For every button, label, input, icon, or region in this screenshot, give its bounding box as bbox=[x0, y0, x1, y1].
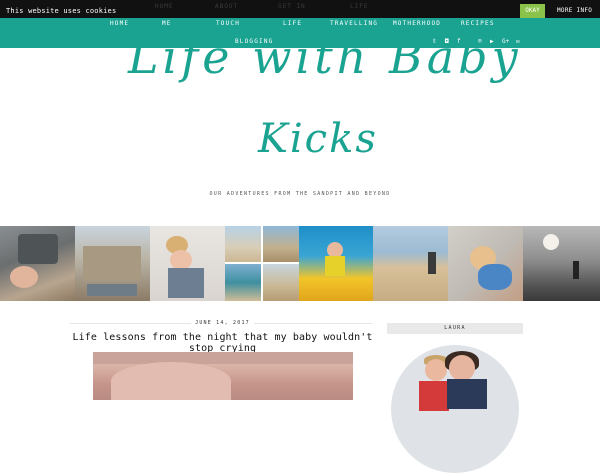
nav-item-motherhood[interactable]: MOTHERHOOD bbox=[393, 20, 441, 27]
profile-photo bbox=[391, 345, 519, 473]
sunset-photo[interactable] bbox=[523, 226, 600, 301]
site-tagline: OUR ADVENTURES FROM THE SANDPIT AND BEYO… bbox=[209, 191, 391, 197]
nav-item-life[interactable]: LIFE bbox=[283, 20, 302, 27]
ghost-nav-item: ABOUT bbox=[215, 3, 239, 10]
nav-item-recipes[interactable]: RECIPES bbox=[461, 20, 495, 27]
cookie-more-info-link[interactable]: MORE INFO bbox=[557, 7, 592, 14]
blanket-shape bbox=[111, 362, 231, 400]
nav-item-home[interactable]: HOME bbox=[110, 20, 129, 27]
sidebar-heading: LAURA bbox=[387, 323, 523, 334]
post-title[interactable]: Life lessons from the night that my baby… bbox=[70, 332, 375, 354]
woman-face bbox=[449, 355, 475, 381]
site-logo-line1[interactable]: Life with Baby bbox=[128, 30, 522, 84]
cookie-message: This website uses cookies bbox=[6, 7, 117, 15]
child-by-wall-photo[interactable] bbox=[448, 226, 523, 301]
child-face bbox=[425, 359, 447, 381]
photo-gallery bbox=[0, 226, 600, 301]
beach-child-photo[interactable] bbox=[373, 226, 448, 301]
site-logo-line2[interactable]: Kicks bbox=[258, 116, 378, 162]
nav-item-me[interactable]: ME bbox=[162, 20, 172, 27]
nav-item-travelling[interactable]: TRAVELLING bbox=[330, 20, 378, 27]
post-date-text: JUNE 14, 2017 bbox=[191, 320, 254, 326]
ghost-nav-item: HOME bbox=[155, 3, 174, 10]
cookie-okay-button[interactable]: OKAY bbox=[520, 4, 545, 18]
ghost-nav-item: LIFE bbox=[350, 3, 369, 10]
sheet-shape bbox=[93, 352, 353, 364]
sink-photo[interactable] bbox=[0, 226, 75, 301]
beach-collage-photo[interactable] bbox=[225, 226, 299, 301]
ghost-nav-item: GET IN bbox=[278, 3, 306, 10]
post-date: JUNE 14, 2017 bbox=[70, 320, 375, 326]
building-photo[interactable] bbox=[75, 226, 150, 301]
child-shirt bbox=[419, 381, 449, 411]
sleeping-toddler-photo[interactable] bbox=[150, 226, 225, 301]
woman-top bbox=[447, 379, 487, 409]
post-featured-image[interactable] bbox=[93, 352, 353, 400]
waterslide-photo[interactable] bbox=[299, 226, 373, 301]
nav-item-touch[interactable]: TOUCH bbox=[216, 20, 240, 27]
